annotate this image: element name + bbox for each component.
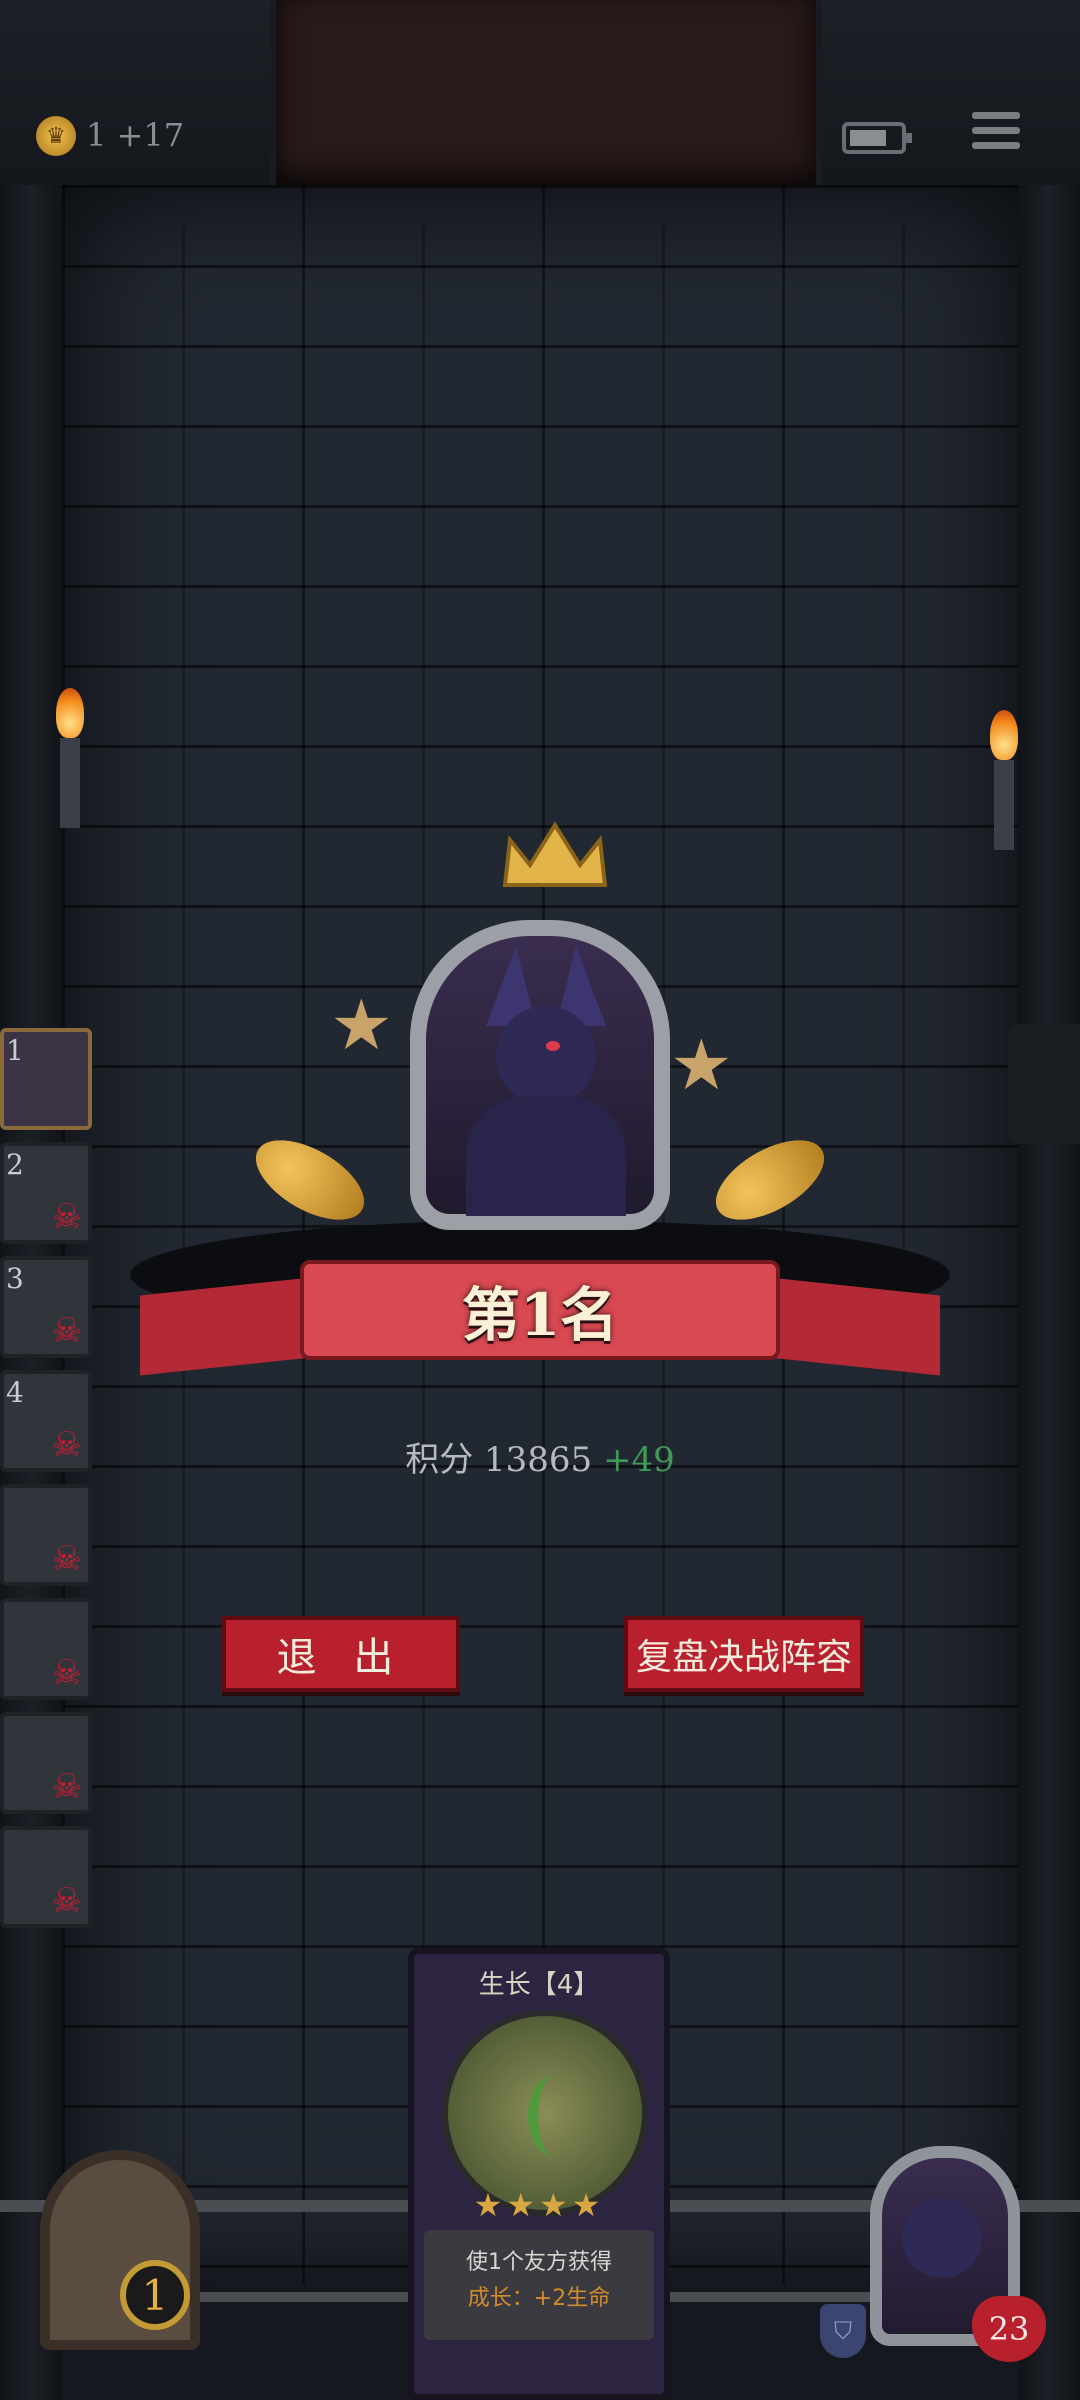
card-description: 使1个友方获得 成长：+2生命 xyxy=(424,2230,654,2340)
player-portrait[interactable]: ☠ xyxy=(0,1484,92,1586)
player-portrait[interactable]: ☠ xyxy=(0,1712,92,1814)
exit-button[interactable]: 退 出 xyxy=(222,1616,460,1692)
top-doorway xyxy=(270,0,822,185)
rank-ribbon: 第1名 xyxy=(300,1260,780,1360)
battery-icon xyxy=(842,122,912,154)
crown-icon xyxy=(502,821,608,887)
top-bar: ♛ 1 +17 xyxy=(0,0,1080,185)
player-portrait[interactable]: ☠ xyxy=(0,1826,92,1928)
coin-count: 1 +17 xyxy=(86,116,185,154)
score-delta: +49 xyxy=(603,1440,675,1480)
left-star-icon: ★ xyxy=(330,984,393,1066)
skull-icon: ☠ xyxy=(51,1653,82,1693)
replay-button-label: 复盘决战阵容 xyxy=(635,1637,852,1678)
right-star-icon: ★ xyxy=(670,1024,733,1106)
score-value: 13865 xyxy=(484,1440,593,1480)
winner-portrait xyxy=(410,920,670,1230)
replay-lineup-button[interactable]: 复盘决战阵容 xyxy=(624,1616,864,1692)
card-stars: ★★★★ xyxy=(473,2186,605,2224)
level-badge: 1 xyxy=(120,2260,190,2330)
score-label: 积分 xyxy=(405,1440,474,1480)
hero-health: 23 xyxy=(988,2310,1030,2348)
skull-icon: ☠ xyxy=(51,1539,82,1579)
card-title: 生长【4】 xyxy=(478,1970,600,2000)
card-desc-line2: 成长：+2生命 xyxy=(467,2286,611,2311)
rank-emblem: ★ ★ 第1名 xyxy=(0,820,1080,1420)
right-trumpet-icon xyxy=(703,1124,837,1236)
left-trumpet-icon xyxy=(243,1124,377,1236)
skull-icon: ☠ xyxy=(51,1881,82,1921)
rank-title: 第1名 xyxy=(461,1281,619,1349)
skull-icon: ☠ xyxy=(51,1767,82,1807)
card-desc-line1: 使1个友方获得 xyxy=(466,2250,612,2275)
left-torch-icon xyxy=(50,688,90,828)
score-line: 积分 13865 +49 xyxy=(190,1432,890,1482)
crown-coin-icon: ♛ xyxy=(36,116,76,156)
spell-card[interactable]: 生长【4】 ★★★★ 使1个友方获得 成长：+2生命 xyxy=(408,1948,670,2400)
skull-icon: ☠ xyxy=(51,1425,82,1465)
player-portrait[interactable]: ☠ xyxy=(0,1598,92,1700)
battery-level xyxy=(850,130,886,146)
exit-button-label: 退 出 xyxy=(276,1635,406,1681)
menu-icon[interactable] xyxy=(972,112,1020,160)
shield-icon: ⛉ xyxy=(820,2304,866,2358)
